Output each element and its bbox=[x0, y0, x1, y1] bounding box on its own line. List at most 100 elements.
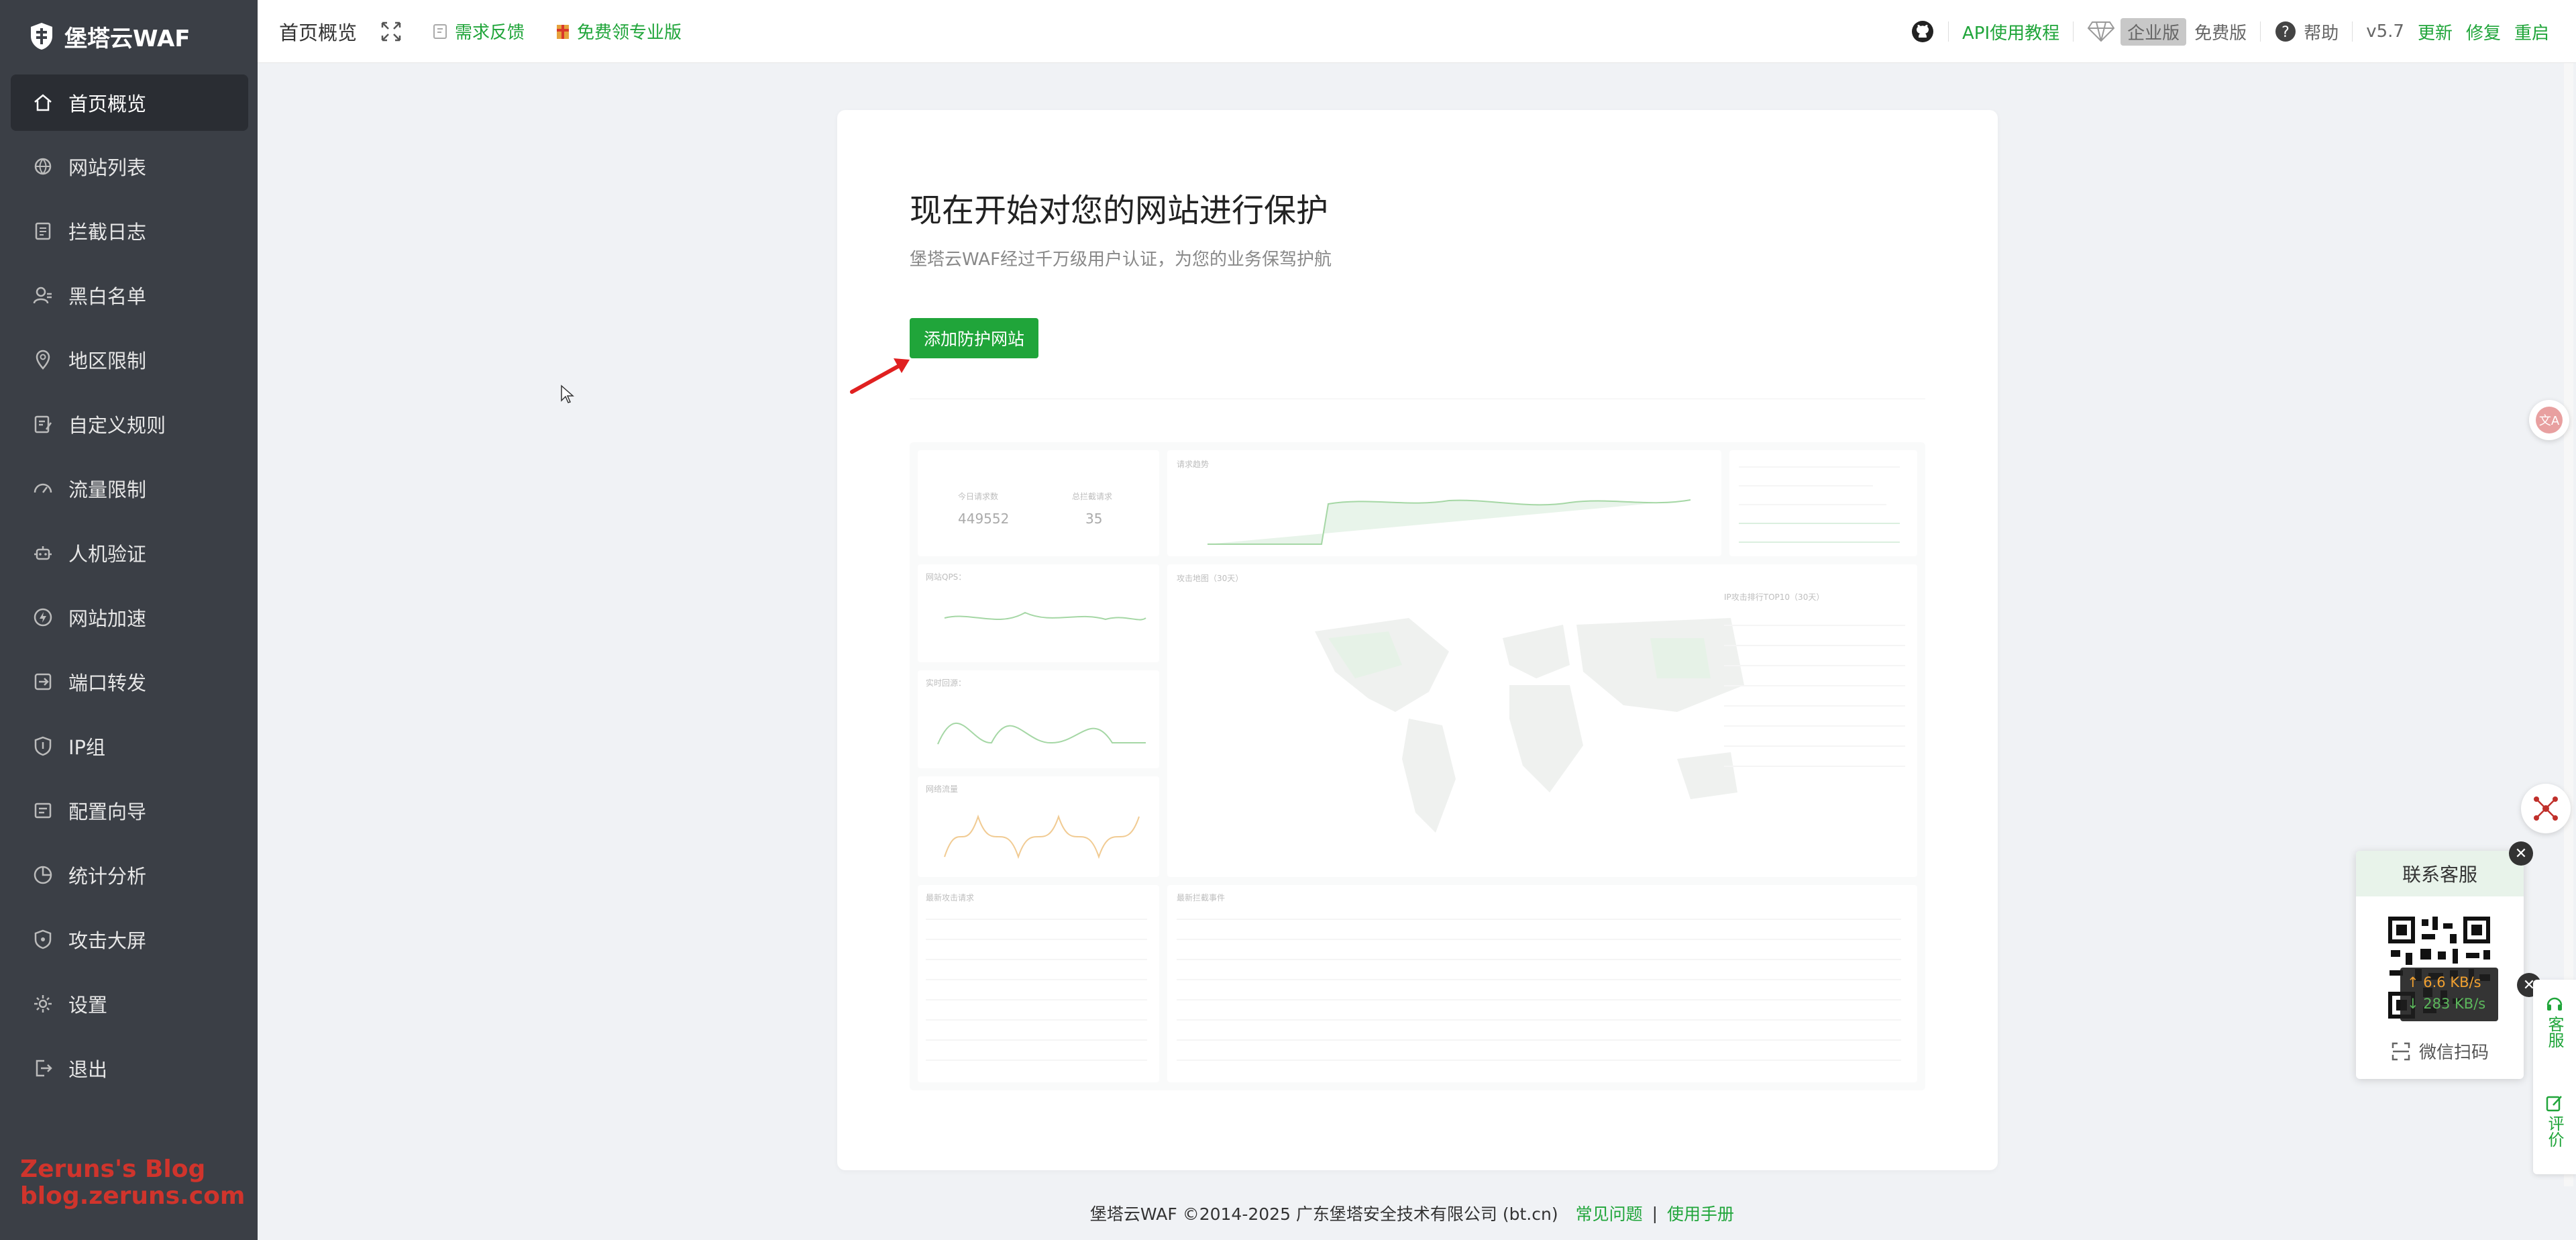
sidebar-item-label: IP组 bbox=[68, 736, 106, 759]
topbar-right: API使用教程 企业版 免费版 ? 帮助 v5.7 更新 修复 重启 bbox=[1897, 0, 2549, 63]
diamond-icon bbox=[2087, 21, 2115, 42]
welcome-heading: 现在开始对您的网站进行保护 bbox=[910, 192, 1329, 229]
network-tool-button[interactable] bbox=[2521, 784, 2571, 833]
translate-button[interactable]: 文A bbox=[2529, 400, 2569, 440]
sidebar-item-label: 设置 bbox=[68, 994, 108, 1017]
sidebar-item-logs[interactable]: 拦截日志 bbox=[11, 203, 248, 259]
sidebar-item-acceleration[interactable]: 网站加速 bbox=[11, 589, 248, 645]
watermark-line-1: Zeruns's Blog bbox=[20, 1155, 206, 1183]
side-tab-review-label: 评价 bbox=[2545, 1115, 2564, 1147]
github-icon bbox=[1912, 21, 1934, 42]
help-label: 帮助 bbox=[2304, 23, 2339, 44]
preview-trend-panel: 请求趋势 bbox=[1167, 450, 1721, 556]
download-speed: ↓ 283 KB/s bbox=[2407, 996, 2486, 1012]
sidebar-item-label: 人机验证 bbox=[68, 543, 147, 566]
preview-today-label: 今日请求数 bbox=[958, 492, 999, 501]
sidebar-item-label: 统计分析 bbox=[68, 865, 147, 888]
preview-block-events-title: 最新拦截事件 bbox=[1177, 893, 1226, 902]
sidebar-item-label: 网站加速 bbox=[68, 607, 147, 630]
gear-icon bbox=[32, 993, 54, 1015]
preview-map-title: 攻击地图（30天） bbox=[1177, 574, 1244, 583]
sidebar-item-label: 自定义规则 bbox=[68, 414, 166, 437]
gauge-icon bbox=[32, 478, 54, 499]
preview-traffic-panel: 网络流量 bbox=[918, 776, 1159, 877]
footer-manual-link[interactable]: 使用手册 bbox=[1667, 1201, 1734, 1225]
page-title: 首页概览 bbox=[279, 21, 358, 44]
preview-world-map bbox=[1315, 618, 1744, 833]
feedback-link[interactable]: 需求反馈 bbox=[432, 19, 525, 44]
sidebar-item-captcha[interactable]: 人机验证 bbox=[11, 525, 248, 581]
preview-qps-panel: 网站QPS： bbox=[918, 564, 1159, 662]
preview-blocked-label: 总拦截请求 bbox=[1072, 492, 1113, 501]
topbar: 首页概览 需求反馈 免费领专业版 API使用教程 企业版 免费版 ? 帮助 v5… bbox=[258, 0, 2576, 63]
update-link[interactable]: 更新 bbox=[2411, 19, 2459, 44]
user-list-icon bbox=[32, 285, 54, 306]
sidebar: 堡塔云WAF 首页概览 网站列表 拦截日志 黑白名单 地区限制 自定义规则 流量… bbox=[0, 0, 258, 1240]
preview-trend-chart bbox=[1208, 499, 1691, 545]
shield-alert-icon bbox=[32, 929, 54, 950]
sidebar-item-label: 攻击大屏 bbox=[68, 929, 147, 952]
enterprise-badge[interactable]: 企业版 bbox=[2121, 17, 2187, 46]
api-tutorial-link[interactable]: API使用教程 bbox=[1949, 19, 2073, 44]
scan-icon bbox=[2392, 1042, 2410, 1060]
contact-service-title: 联系客服 bbox=[2356, 851, 2524, 896]
sidebar-item-home[interactable]: 首页概览 bbox=[11, 74, 248, 131]
preview-requests-panel: 今日请求数 449552 总拦截请求 35 bbox=[918, 450, 1159, 556]
help-link[interactable]: ? 帮助 bbox=[2261, 19, 2352, 44]
preview-response-panel: 实时回源： bbox=[918, 670, 1159, 768]
wechat-scan-label: 微信扫码 bbox=[2356, 1039, 2524, 1064]
contact-service-popup: 联系客服 微信扫码 bbox=[2356, 851, 2524, 1079]
pie-chart-icon bbox=[32, 864, 54, 886]
add-protected-site-button[interactable]: 添加防护网站 bbox=[910, 318, 1038, 358]
sidebar-item-wizard[interactable]: 配置向导 bbox=[11, 782, 248, 839]
logout-icon bbox=[32, 1057, 54, 1079]
shield-icon bbox=[32, 735, 54, 757]
logo-icon bbox=[31, 23, 52, 50]
sidebar-item-settings[interactable]: 设置 bbox=[11, 976, 248, 1032]
side-tab-service[interactable]: 客服 bbox=[2533, 994, 2576, 1048]
footer-faq-link[interactable]: 常见问题 bbox=[1576, 1201, 1643, 1225]
side-tab-review[interactable]: 评价 bbox=[2533, 1094, 2576, 1147]
sidebar-item-logout[interactable]: 退出 bbox=[11, 1040, 248, 1096]
mouse-cursor-icon bbox=[561, 384, 574, 403]
globe-icon bbox=[32, 156, 54, 177]
network-speed-widget: ↑ 6.6 KB/s ↓ 283 KB/s bbox=[2400, 968, 2498, 1021]
preview-recent-requests-title: 最新攻击请求 bbox=[926, 893, 975, 902]
sidebar-item-blackwhite[interactable]: 黑白名单 bbox=[11, 267, 248, 323]
side-tab-service-label: 客服 bbox=[2545, 1016, 2564, 1048]
sidebar-item-attack-screen[interactable]: 攻击大屏 bbox=[11, 911, 248, 968]
svg-text:文A: 文A bbox=[2539, 414, 2560, 428]
repair-link[interactable]: 修复 bbox=[2459, 19, 2508, 44]
location-icon bbox=[32, 349, 54, 370]
svg-text:?: ? bbox=[2282, 24, 2290, 41]
network-icon bbox=[2534, 796, 2558, 821]
sidebar-item-label: 配置向导 bbox=[68, 800, 147, 823]
sidebar-item-custom-rules[interactable]: 自定义规则 bbox=[11, 396, 248, 452]
free-pro-link[interactable]: 免费领专业版 bbox=[554, 19, 682, 44]
preview-block-events-panel: 最新拦截事件 bbox=[1167, 885, 1917, 1082]
brand-name: 堡塔云WAF bbox=[64, 25, 191, 52]
log-icon bbox=[32, 220, 54, 242]
github-link[interactable] bbox=[1897, 19, 1948, 44]
sidebar-item-label: 流量限制 bbox=[68, 478, 147, 501]
sidebar-item-label: 黑白名单 bbox=[68, 285, 147, 308]
free-edition-label[interactable]: 免费版 bbox=[2194, 19, 2247, 44]
brand[interactable]: 堡塔云WAF bbox=[0, 0, 258, 72]
sidebar-item-port-forward[interactable]: 端口转发 bbox=[11, 654, 248, 710]
sidebar-item-label: 首页概览 bbox=[68, 93, 147, 115]
edition-switch[interactable]: 企业版 免费版 bbox=[2074, 17, 2260, 46]
sidebar-item-statistics[interactable]: 统计分析 bbox=[11, 847, 248, 903]
close-service-popup-button[interactable]: ✕ bbox=[2509, 841, 2533, 866]
sidebar-item-region[interactable]: 地区限制 bbox=[11, 331, 248, 388]
restart-link[interactable]: 重启 bbox=[2508, 19, 2549, 44]
wechat-scan-text: 微信扫码 bbox=[2418, 1043, 2489, 1063]
preview-today-value: 449552 bbox=[958, 511, 1010, 527]
sidebar-item-ip-group[interactable]: IP组 bbox=[11, 718, 248, 774]
fullscreen-icon[interactable] bbox=[380, 20, 402, 43]
sidebar-item-sites[interactable]: 网站列表 bbox=[11, 138, 248, 195]
footer-separator: | bbox=[1652, 1203, 1658, 1223]
upload-speed: ↑ 6.6 KB/s bbox=[2407, 974, 2481, 990]
preview-map-panel: 攻击地图（30天） IP攻击排行TOP10（30天） bbox=[1167, 564, 1917, 877]
help-icon: ? bbox=[2275, 21, 2296, 42]
sidebar-item-traffic-limit[interactable]: 流量限制 bbox=[11, 460, 248, 517]
